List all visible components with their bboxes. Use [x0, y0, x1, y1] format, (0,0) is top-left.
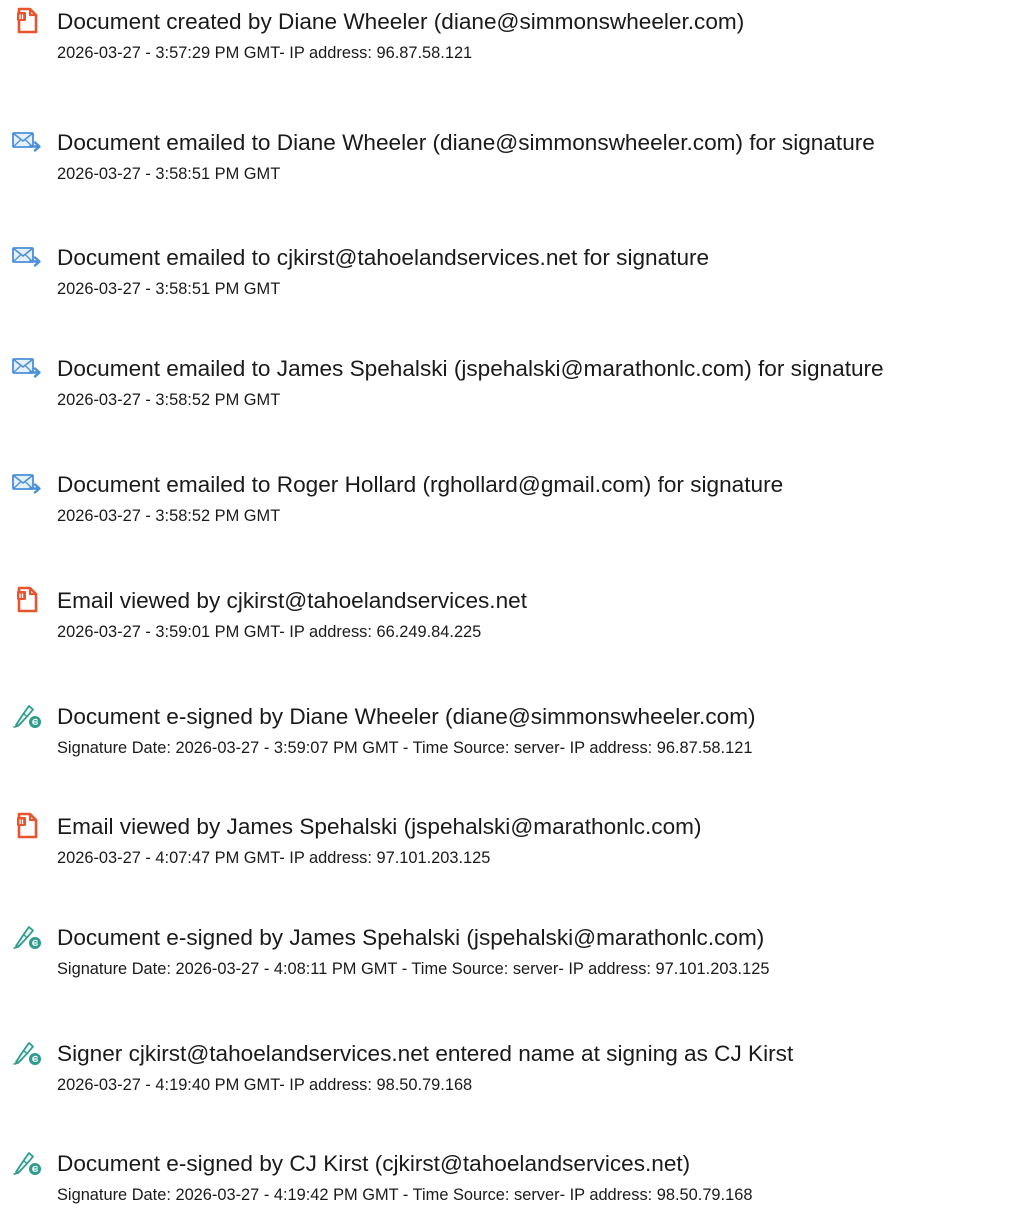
entry-timestamp: 2026-03-27 - 3:58:52 PM GMT: [57, 391, 281, 409]
entry-title: Document e-signed by CJ Kirst (cjkirst@t…: [57, 1151, 691, 1176]
document-created-icon: [10, 5, 44, 35]
audit-entry-emailed-roger: Document emailed to Roger Hollard (rghol…: [0, 468, 1033, 548]
entry-timestamp: Signature Date: 2026-03-27 - 4:19:42 PM …: [57, 1186, 753, 1204]
entry-timestamp: 2026-03-27 - 3:57:29 PM GMT- IP address:…: [57, 44, 473, 62]
entry-title: Document emailed to Diane Wheeler (diane…: [57, 130, 875, 155]
entry-title: Document e-signed by James Spehalski (js…: [57, 925, 765, 950]
e-signature-icon: [10, 921, 44, 951]
audit-entry-viewed-cjkirst: Email viewed by cjkirst@tahoelandservice…: [0, 584, 1033, 664]
entry-timestamp: Signature Date: 2026-03-27 - 3:59:07 PM …: [57, 739, 753, 757]
audit-entry-signed-james: Document e-signed by James Spehalski (js…: [0, 921, 1033, 1001]
audit-entry-signed-diane: Document e-signed by Diane Wheeler (dian…: [0, 700, 1033, 780]
document-viewed-icon: [10, 584, 44, 614]
entry-title: Document emailed to James Spehalski (jsp…: [57, 356, 884, 381]
audit-entry-emailed-diane: Document emailed to Diane Wheeler (diane…: [0, 126, 1033, 206]
entry-timestamp: 2026-03-27 - 4:07:47 PM GMT- IP address:…: [57, 849, 491, 867]
audit-entry-emailed-cjkirst: Document emailed to cjkirst@tahoelandser…: [0, 241, 1033, 321]
entry-timestamp: 2026-03-27 - 3:58:52 PM GMT: [57, 507, 281, 525]
audit-entry-viewed-james: Email viewed by James Spehalski (jspehal…: [0, 810, 1033, 890]
audit-entry-name-entered-cjkirst: Signer cjkirst@tahoelandservices.net ent…: [0, 1037, 1033, 1117]
entry-title: Document created by Diane Wheeler (diane…: [57, 9, 745, 34]
entry-timestamp: 2026-03-27 - 3:58:51 PM GMT: [57, 280, 281, 298]
entry-timestamp: Signature Date: 2026-03-27 - 4:08:11 PM …: [57, 960, 770, 978]
email-sent-icon: [10, 468, 44, 498]
e-signature-icon: [10, 1147, 44, 1177]
entry-timestamp: 2026-03-27 - 3:58:51 PM GMT: [57, 165, 281, 183]
audit-entry-emailed-james: Document emailed to James Spehalski (jsp…: [0, 352, 1033, 432]
audit-entry-document-created: Document created by Diane Wheeler (diane…: [0, 5, 1033, 85]
e-signature-icon: [10, 700, 44, 730]
audit-entry-signed-cjkirst: Document e-signed by CJ Kirst (cjkirst@t…: [0, 1147, 1033, 1227]
entry-title: Signer cjkirst@tahoelandservices.net ent…: [57, 1041, 794, 1066]
email-sent-icon: [10, 352, 44, 382]
email-sent-icon: [10, 126, 44, 156]
entry-title: Email viewed by James Spehalski (jspehal…: [57, 814, 702, 839]
entry-title: Document e-signed by Diane Wheeler (dian…: [57, 704, 756, 729]
entry-title: Document emailed to Roger Hollard (rghol…: [57, 472, 784, 497]
entry-title: Document emailed to cjkirst@tahoelandser…: [57, 245, 710, 270]
document-viewed-icon: [10, 810, 44, 840]
entry-title: Email viewed by cjkirst@tahoelandservice…: [57, 588, 527, 613]
e-signature-icon: [10, 1037, 44, 1067]
email-sent-icon: [10, 241, 44, 271]
entry-timestamp: 2026-03-27 - 4:19:40 PM GMT- IP address:…: [57, 1076, 473, 1094]
entry-timestamp: 2026-03-27 - 3:59:01 PM GMT- IP address:…: [57, 623, 482, 641]
